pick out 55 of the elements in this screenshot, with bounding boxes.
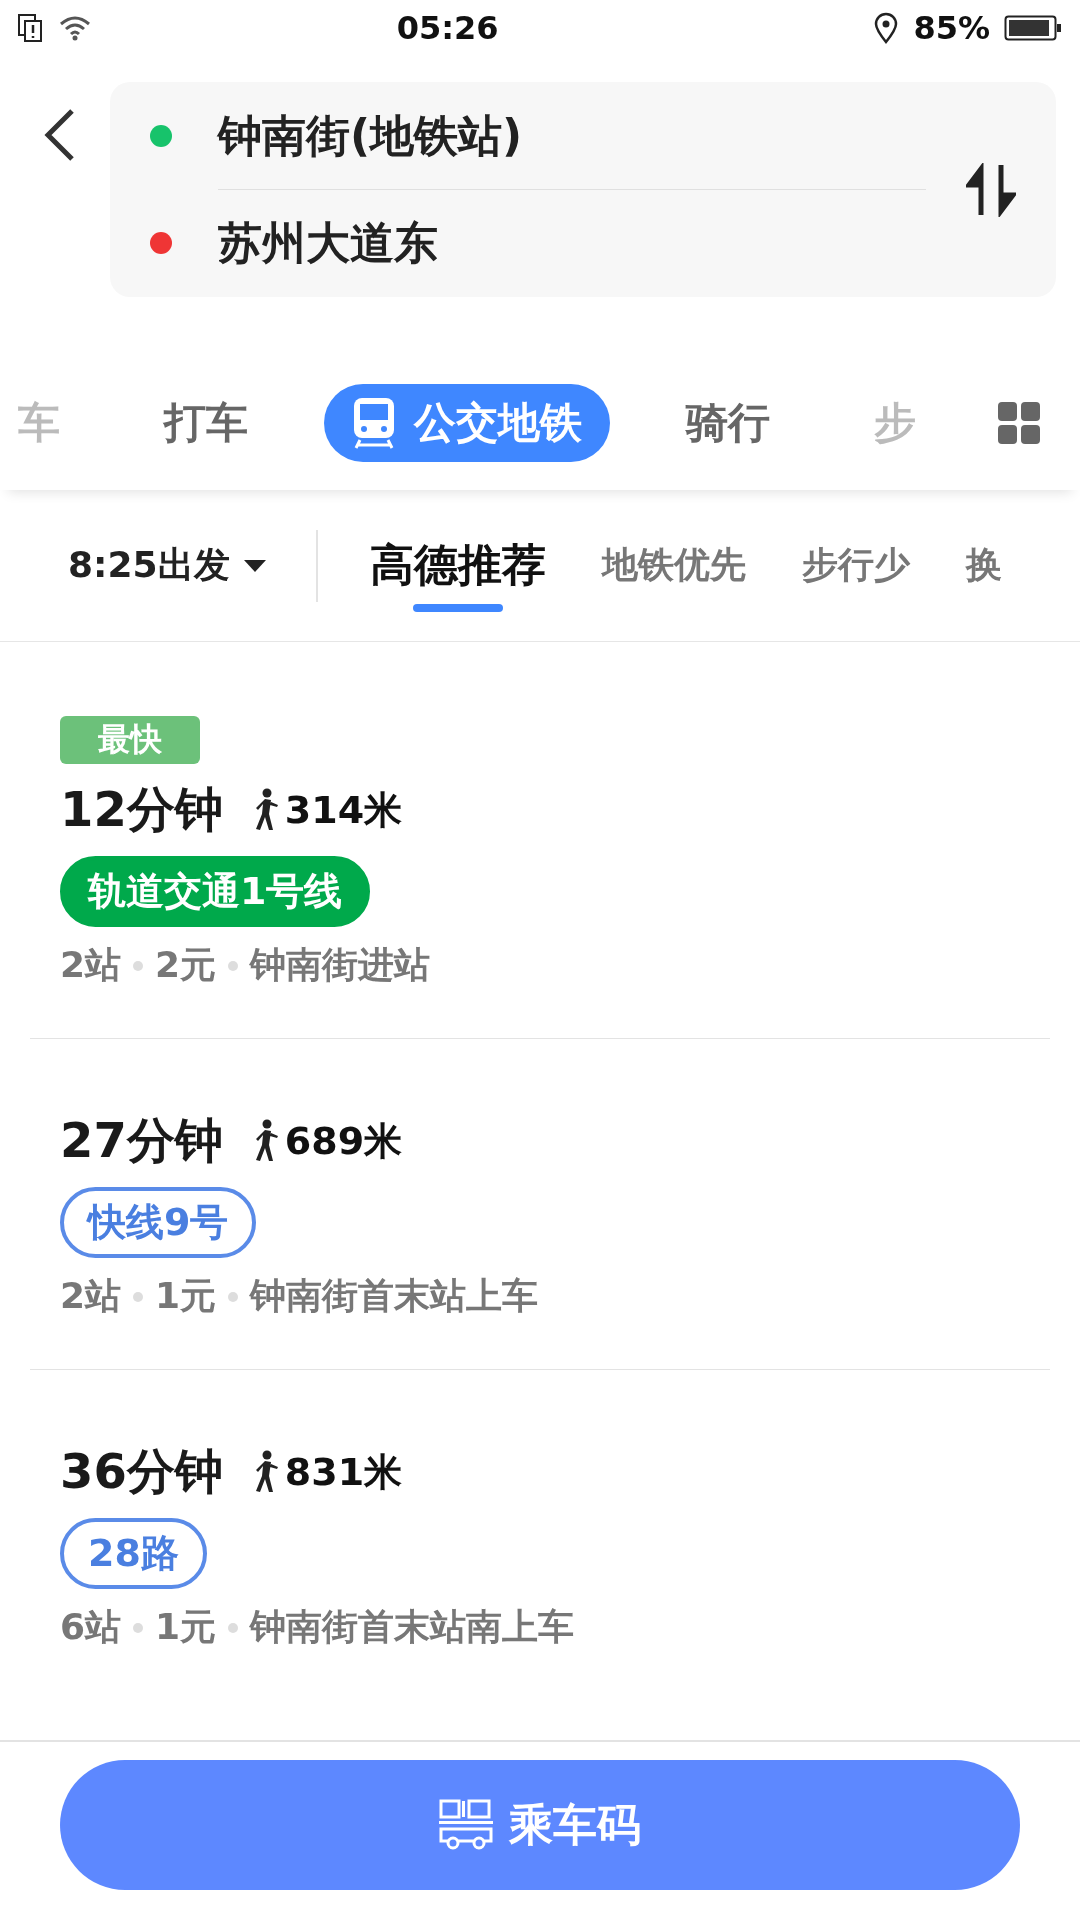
battery-icon — [1004, 14, 1062, 41]
ride-code-button[interactable]: 乘车码 — [60, 1760, 1020, 1890]
swap-icon[interactable] — [966, 162, 1016, 217]
separator-dot — [228, 1622, 239, 1633]
route-detail: 2元 — [155, 943, 217, 987]
separator-dot — [228, 1291, 239, 1302]
route-detail: 1元 — [155, 1605, 217, 1649]
duration-text: 12分钟 — [60, 780, 223, 839]
sim-alert-icon — [18, 13, 44, 42]
separator-dot — [133, 1622, 144, 1633]
sort-tab[interactable]: 换 — [965, 490, 1028, 641]
route-detail: 钟南街首末站南上车 — [250, 1605, 575, 1649]
walking-person-icon — [254, 1450, 281, 1494]
departure-time-dropdown[interactable]: 8:25出发 — [68, 541, 266, 590]
mode-tab[interactable]: 骑行 — [658, 383, 798, 462]
walk-distance: 314米 — [284, 786, 403, 834]
duration-text: 36分钟 — [60, 1442, 223, 1501]
wifi-icon — [58, 14, 92, 41]
route-detail: 2站 — [60, 943, 122, 987]
sort-tab[interactable]: 步行少 — [801, 490, 936, 641]
bus-line-badge: 快线9号 — [60, 1187, 257, 1258]
metro-line-badge: 轨道交通1号线 — [60, 856, 371, 927]
bus-line-badge: 28路 — [60, 1518, 207, 1589]
duration-text: 27分钟 — [60, 1111, 223, 1170]
separator-dot — [228, 960, 239, 971]
separator-dot — [133, 1291, 144, 1302]
separator-dot — [133, 960, 144, 971]
qr-bus-icon — [439, 1799, 493, 1851]
route-detail: 钟南街首末站上车 — [250, 1274, 539, 1318]
origin-text[interactable]: 钟南街(地铁站) — [218, 106, 523, 166]
route-detail: 6站 — [60, 1605, 122, 1649]
battery-percent: 85% — [913, 8, 990, 47]
route-detail: 2站 — [60, 1274, 122, 1318]
destination-dot — [150, 232, 172, 254]
walking-person-icon — [254, 788, 281, 832]
sort-tab[interactable]: 地铁优先 — [601, 490, 772, 641]
walk-distance: 831米 — [284, 1448, 403, 1496]
caret-icon — [243, 559, 266, 572]
train-icon — [352, 395, 396, 450]
grid-menu-icon[interactable] — [998, 401, 1040, 444]
location-icon — [873, 11, 900, 44]
selected-mode-tab[interactable]: 公交地铁 — [324, 383, 610, 462]
walking-person-icon — [254, 1119, 281, 1163]
clock-time: 05:26 — [395, 8, 500, 47]
destination-text[interactable]: 苏州大道东 — [218, 213, 438, 273]
origin-dot — [150, 125, 172, 147]
mode-tab[interactable]: 打车 — [136, 383, 276, 462]
fastest-tag: 最快 — [60, 716, 200, 764]
route-option[interactable]: 36分钟 831米 28路 6站 1元 钟南街首末站南上车 — [30, 1370, 1050, 1700]
sort-tab[interactable]: 高德推荐 — [369, 490, 572, 641]
route-detail: 1元 — [155, 1274, 217, 1318]
route-option[interactable]: 27分钟 689米 快线9号 2站 1元 钟南街首末站上车 — [30, 1039, 1050, 1370]
route-detail: 钟南街进站 — [250, 943, 431, 987]
route-option[interactable]: 最快 12分钟 314米 轨道交通1号线 2站 2元 钟南街进站 — [30, 642, 1050, 1039]
walk-distance: 689米 — [284, 1117, 403, 1165]
